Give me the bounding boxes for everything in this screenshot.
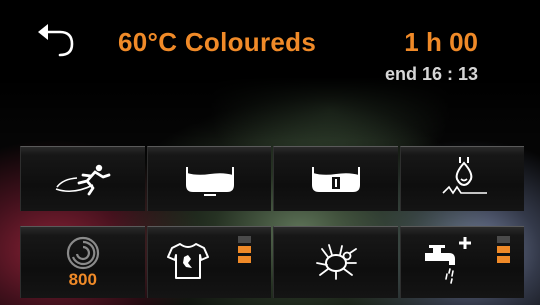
program-title: 60°C Coloureds [118,27,317,57]
soil-level-bar-3 [238,236,251,243]
end-time: end 16 : 13 [384,64,478,84]
rinse-hold-option-button[interactable] [273,146,398,211]
extra-rinse-bars [497,236,510,263]
steam-option-button[interactable] [399,146,524,211]
washer-display: 60°C Coloureds 1 h 00 end 16 : 13 800 [0,0,540,305]
steam-drop-icon [441,157,487,195]
water-level-option-button[interactable] [146,146,271,211]
dust-mite-icon [316,244,357,280]
spin-speed-button[interactable]: 800 [20,226,145,298]
running-person-icon [55,164,111,196]
option-row [20,146,524,211]
shirt-stain-icon [166,243,209,279]
basin-stop-icon [312,167,360,192]
soil-level-button[interactable] [146,226,271,298]
basin-low-water-icon [185,167,234,196]
spin-speed-value: 800 [68,270,97,289]
back-arrow-icon[interactable] [36,22,78,58]
setting-row: 800 [20,226,524,298]
extra-rinse-bar-1 [497,256,510,263]
extra-rinse-bar-3 [497,236,510,243]
extra-rinse-bar-2 [497,246,510,253]
anti-allergy-button[interactable] [273,226,398,298]
spin-swirl-icon [66,236,100,270]
soil-level-bar-1 [238,256,251,263]
extra-rinse-button[interactable] [399,226,524,298]
soil-level-bars [238,236,251,263]
tap-plus-icon [420,237,471,284]
soil-level-bar-2 [238,246,251,253]
speed-option-button[interactable] [20,146,145,211]
program-duration: 1 h 00 [404,27,478,57]
